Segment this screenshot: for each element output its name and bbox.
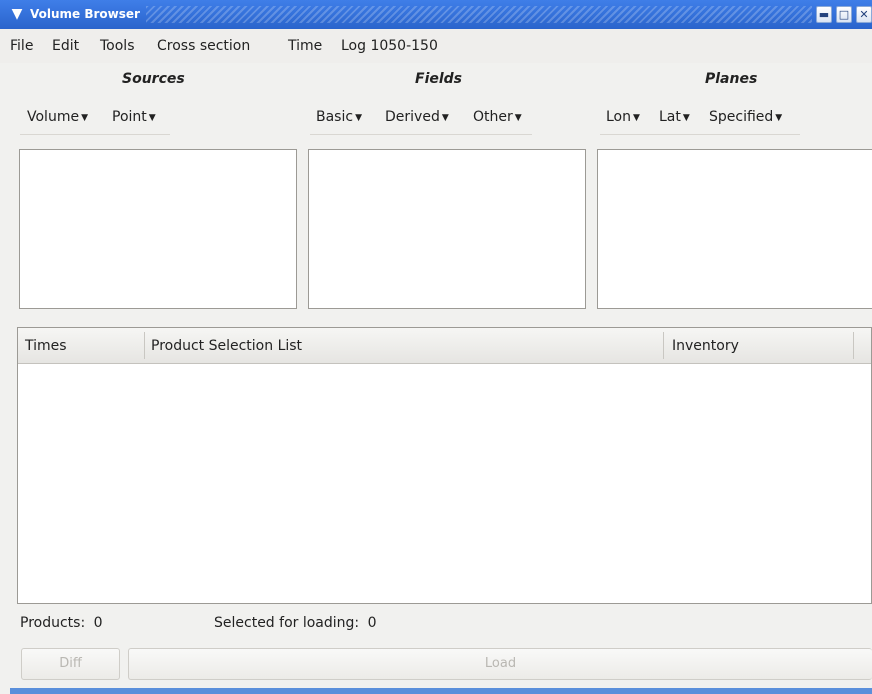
dropdown-arrow-icon: ▼ xyxy=(441,113,449,123)
specified-dropdown[interactable]: Specified ▼ xyxy=(709,108,782,128)
fields-list[interactable] xyxy=(308,149,586,309)
column-separator[interactable] xyxy=(853,332,854,359)
dropdown-arrow-icon: ▼ xyxy=(775,113,783,123)
title-bar-texture xyxy=(146,6,812,23)
product-table[interactable]: Times Product Selection List Inventory xyxy=(17,327,872,604)
maximize-icon[interactable]: □ xyxy=(836,6,852,23)
dropdown-arrow-icon: ▼ xyxy=(633,113,640,123)
planes-divider xyxy=(600,134,800,135)
menu-tools[interactable]: Tools xyxy=(100,37,135,55)
sources-title: Sources xyxy=(122,71,185,87)
sources-divider xyxy=(20,134,170,135)
menu-time[interactable]: Time xyxy=(288,37,322,55)
menu-cross-section[interactable]: Cross section xyxy=(157,37,250,55)
dropdown-arrow-icon: ▼ xyxy=(355,113,362,123)
selected-label: Selected for loading: xyxy=(214,615,360,631)
close-icon[interactable]: ✕ xyxy=(856,6,872,23)
planes-title: Planes xyxy=(705,71,758,87)
derived-dropdown[interactable]: Derived ▼ xyxy=(385,108,449,128)
point-dropdown[interactable]: Point ▼ xyxy=(112,108,156,128)
window-title: Volume Browser xyxy=(30,7,140,21)
menu-log[interactable]: Log 1050-150 xyxy=(341,37,438,55)
table-header: Times Product Selection List Inventory xyxy=(18,328,871,364)
load-button[interactable]: Load xyxy=(128,648,872,680)
products-count-status: Products: 0 xyxy=(20,615,103,631)
chevron-down-icon[interactable]: ▼ xyxy=(8,6,26,23)
fields-title: Fields xyxy=(415,71,463,87)
lat-dropdown[interactable]: Lat ▼ xyxy=(659,108,690,128)
dropdown-arrow-icon: ▼ xyxy=(514,113,522,123)
other-dropdown[interactable]: Other ▼ xyxy=(473,108,522,128)
window-bottom-edge xyxy=(10,688,872,694)
products-count: 0 xyxy=(93,615,103,631)
title-bar: ▼ Volume Browser ▬ □ ✕ xyxy=(0,0,872,30)
column-product-selection-list[interactable]: Product Selection List xyxy=(144,328,664,363)
basic-dropdown[interactable]: Basic ▼ xyxy=(316,108,362,128)
column-inventory[interactable]: Inventory xyxy=(663,328,853,363)
menu-edit[interactable]: Edit xyxy=(52,37,79,55)
selected-for-loading-status: Selected for loading: 0 xyxy=(214,615,377,631)
menu-bar: File Edit Tools Cross section Time Log 1… xyxy=(0,29,872,63)
planes-list[interactable] xyxy=(597,149,872,309)
products-label: Products: xyxy=(20,615,86,631)
menu-file[interactable]: File xyxy=(10,37,33,55)
dropdown-arrow-icon: ▼ xyxy=(682,113,690,123)
column-times[interactable]: Times xyxy=(18,328,144,363)
selected-count: 0 xyxy=(367,615,377,631)
sources-list[interactable] xyxy=(19,149,297,309)
dropdown-arrow-icon: ▼ xyxy=(148,113,156,123)
lon-dropdown[interactable]: Lon ▼ xyxy=(606,108,640,128)
diff-button[interactable]: Diff xyxy=(21,648,120,680)
volume-dropdown[interactable]: Volume ▼ xyxy=(27,108,88,128)
fields-divider xyxy=(310,134,532,135)
dropdown-arrow-icon: ▼ xyxy=(81,113,88,123)
table-body[interactable] xyxy=(18,364,871,603)
minimize-icon[interactable]: ▬ xyxy=(816,6,832,23)
